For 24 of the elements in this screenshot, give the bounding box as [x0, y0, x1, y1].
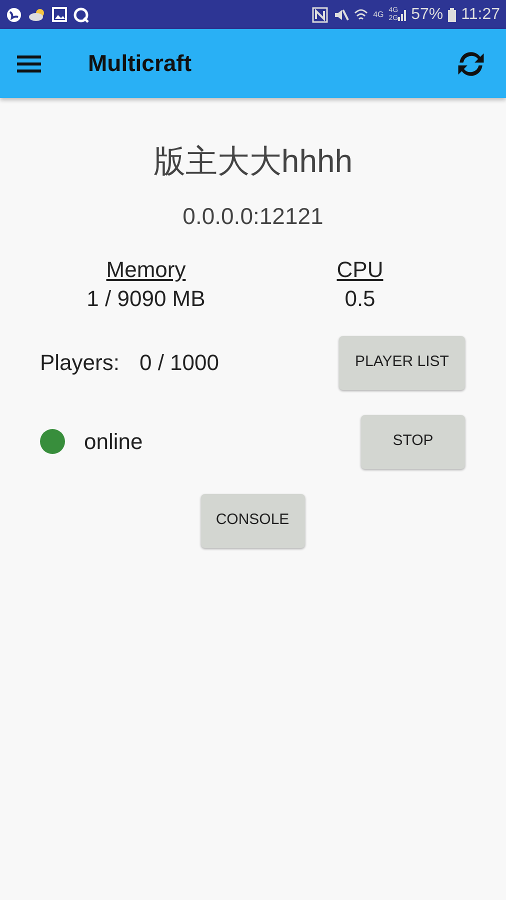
battery-percent: 57% [411, 4, 444, 24]
stop-button[interactable]: STOP [361, 414, 465, 468]
server-name: 版主大大hhhh [153, 142, 353, 181]
network-label: 4G [373, 8, 384, 20]
weather-icon [28, 6, 46, 22]
players-label: Players: [40, 349, 120, 377]
stat-label: Memory [106, 256, 186, 284]
nfc-icon [312, 6, 328, 22]
stat-value: 0.5 [344, 284, 376, 312]
wifi-icon [354, 6, 368, 22]
status-text: online [84, 428, 143, 456]
console-button[interactable]: CONSOLE [200, 494, 304, 548]
mute-icon [333, 6, 350, 22]
clock: 11:27 [461, 4, 500, 24]
server-address: 0.0.0.0:12121 [182, 202, 324, 231]
image-icon [52, 7, 67, 22]
app-title: Multicraft [88, 49, 192, 78]
player-list-button[interactable]: PLAYER LIST [339, 336, 465, 390]
players-count: 0 / 1000 [139, 349, 219, 377]
battery-icon [448, 8, 456, 22]
signal-icon [398, 8, 406, 20]
menu-icon[interactable] [16, 54, 42, 74]
stat-label: CPU [336, 256, 384, 284]
stat-value: 1 / 9090 MB [86, 284, 206, 312]
